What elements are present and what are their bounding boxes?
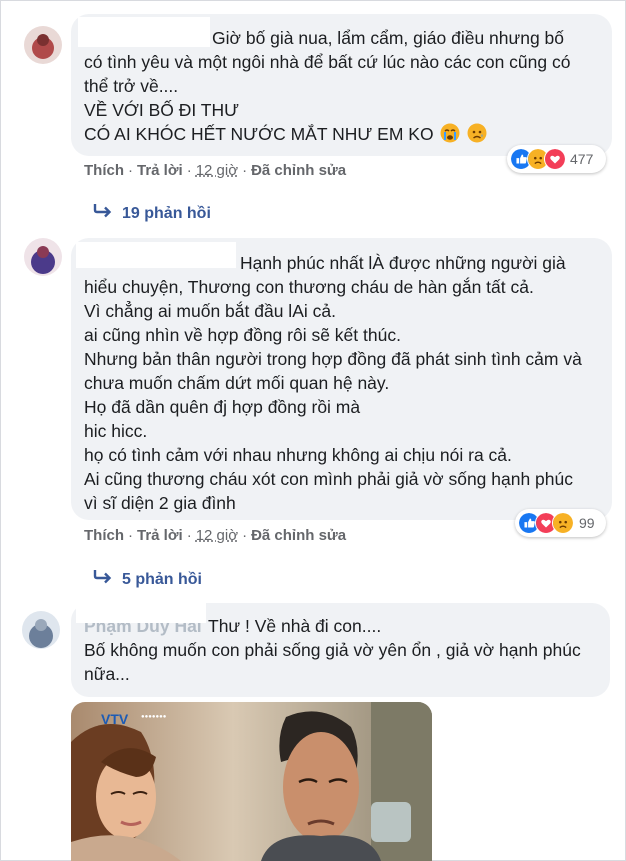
timestamp[interactable]: 12 giờ <box>196 162 238 179</box>
edited-label[interactable]: Đã chỉnh sửa <box>251 527 346 544</box>
like-link[interactable]: Thích <box>84 162 124 179</box>
commenter-avatar[interactable] <box>22 611 60 649</box>
edited-label[interactable]: Đã chỉnh sửa <box>251 162 346 179</box>
video-thumbnail[interactable]: VTV ●●●●●●● <box>71 702 432 861</box>
svg-text:●●●●●●●: ●●●●●●● <box>141 714 167 720</box>
author-name-redacted <box>76 242 236 268</box>
view-replies-link[interactable]: 5 phản hồi <box>92 568 202 590</box>
reaction-summary[interactable]: 99 <box>515 509 606 537</box>
comment-actions: Thích · Trả lời · 12 giờ · Đã chỉnh sửa <box>84 162 347 179</box>
video-frame-image: VTV ●●●●●●● <box>71 702 432 861</box>
replies-count-label[interactable]: 19 phản hồi <box>122 205 211 222</box>
crying-face-icon <box>440 123 460 143</box>
like-link[interactable]: Thích <box>84 527 124 544</box>
love-icon <box>544 148 566 170</box>
commenter-avatar[interactable] <box>24 26 62 64</box>
reaction-count: 99 <box>579 515 595 531</box>
reply-link[interactable]: Trả lời <box>137 162 183 179</box>
replies-count-label[interactable]: 5 phản hồi <box>122 571 202 588</box>
sad-face-icon <box>467 123 487 143</box>
sad-icon <box>552 512 574 534</box>
comment-actions: Thích · Trả lời · 12 giờ · Đã chỉnh sửa <box>84 527 347 544</box>
timestamp[interactable]: 12 giờ <box>196 527 238 544</box>
reaction-count: 477 <box>570 151 594 167</box>
author-name-redacted <box>76 603 206 623</box>
reaction-summary[interactable]: 477 <box>507 145 606 173</box>
svg-text:VTV: VTV <box>101 711 129 727</box>
reply-arrow-icon <box>93 570 112 584</box>
author-name-redacted <box>78 17 210 47</box>
comment-line: CÓ AI KHÓC HẾT NƯỚC MẮT NHƯ EM KO <box>84 124 434 144</box>
commenter-avatar[interactable] <box>24 238 62 276</box>
reply-link[interactable]: Trả lời <box>137 527 183 544</box>
view-replies-link[interactable]: 19 phản hồi <box>92 202 211 224</box>
reply-arrow-icon <box>93 204 112 218</box>
